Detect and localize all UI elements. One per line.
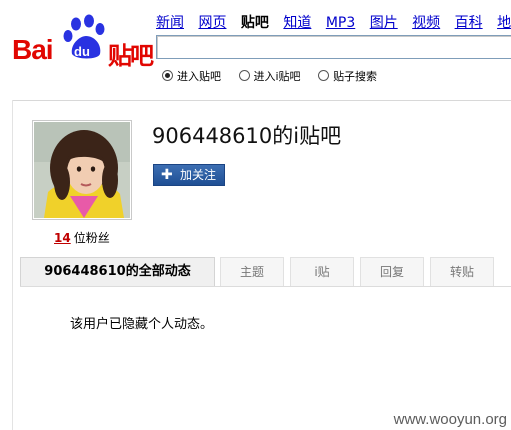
page-title: 906448610的i贴吧 (152, 124, 342, 148)
radio-unselected-icon (318, 70, 330, 81)
logo-bai-text: Bai (12, 34, 54, 65)
tab-label: 回复 (379, 265, 404, 279)
radio-label: 进入贴吧 (177, 70, 221, 83)
tab-iposts[interactable]: i贴 (290, 257, 354, 286)
search-input[interactable] (156, 35, 511, 59)
nav-item-zhidao[interactable]: 知道 (283, 15, 311, 31)
tab-divider (20, 286, 511, 287)
header-divider (12, 100, 511, 101)
tab-reposts[interactable]: 转贴 (430, 257, 494, 286)
radio-label: 贴子搜索 (333, 70, 378, 83)
follow-button[interactable]: ✚ 加关注 (153, 164, 225, 186)
tab-topics[interactable]: 主题 (220, 257, 284, 286)
logo-du-text: du (74, 44, 90, 59)
tab-label: 主题 (239, 265, 264, 279)
fans-label: 位粉丝 (73, 231, 110, 245)
follow-button-label: 加关注 (180, 168, 217, 182)
nav-item-map[interactable]: 地图 (497, 15, 511, 31)
avatar-photo-icon (34, 122, 130, 218)
nav-item-web[interactable]: 网页 (198, 15, 226, 31)
nav-item-video[interactable]: 视频 (412, 15, 440, 31)
plus-icon: ✚ (161, 167, 173, 183)
avatar-image (34, 122, 130, 218)
radio-enter-tieba[interactable]: 进入贴吧 (162, 68, 221, 84)
nav-item-news[interactable]: 新闻 (156, 15, 184, 31)
radio-unselected-icon (238, 70, 250, 81)
tab-all-activity[interactable]: 906448610的全部动态 (20, 257, 215, 286)
fans-count: 14 位粉丝 (54, 229, 110, 246)
search-options: 进入贴吧 进入i贴吧 贴子搜索 (162, 68, 391, 84)
hidden-activity-message: 该用户已隐藏个人动态。 (70, 317, 214, 332)
tab-label: i贴 (314, 265, 330, 279)
radio-enter-itieba[interactable]: 进入i贴吧 (238, 68, 301, 84)
fans-count-link[interactable]: 14 (54, 231, 71, 245)
nav-item-baike[interactable]: 百科 (455, 15, 483, 31)
content-frame-border (12, 100, 13, 430)
tab-label: 转贴 (449, 265, 474, 279)
radio-label: 进入i贴吧 (253, 70, 301, 83)
nav-item-mp3[interactable]: MP3 (326, 15, 355, 31)
top-nav: 新闻 网页 贴吧 知道 MP3 图片 视频 百科 地图 (156, 12, 511, 32)
nav-item-images[interactable]: 图片 (370, 15, 398, 31)
radio-post-search[interactable]: 贴子搜索 (318, 68, 377, 84)
tab-label: 906448610的全部动态 (44, 264, 191, 279)
avatar[interactable] (32, 120, 132, 220)
tab-replies[interactable]: 回复 (360, 257, 424, 286)
baidu-logo[interactable]: Bai du 贴吧 (12, 14, 154, 70)
watermark: www.wooyun.org (393, 411, 507, 428)
radio-selected-icon (162, 70, 173, 81)
nav-item-tieba[interactable]: 贴吧 (241, 15, 269, 31)
logo-tieba-text: 贴吧 (108, 42, 154, 70)
